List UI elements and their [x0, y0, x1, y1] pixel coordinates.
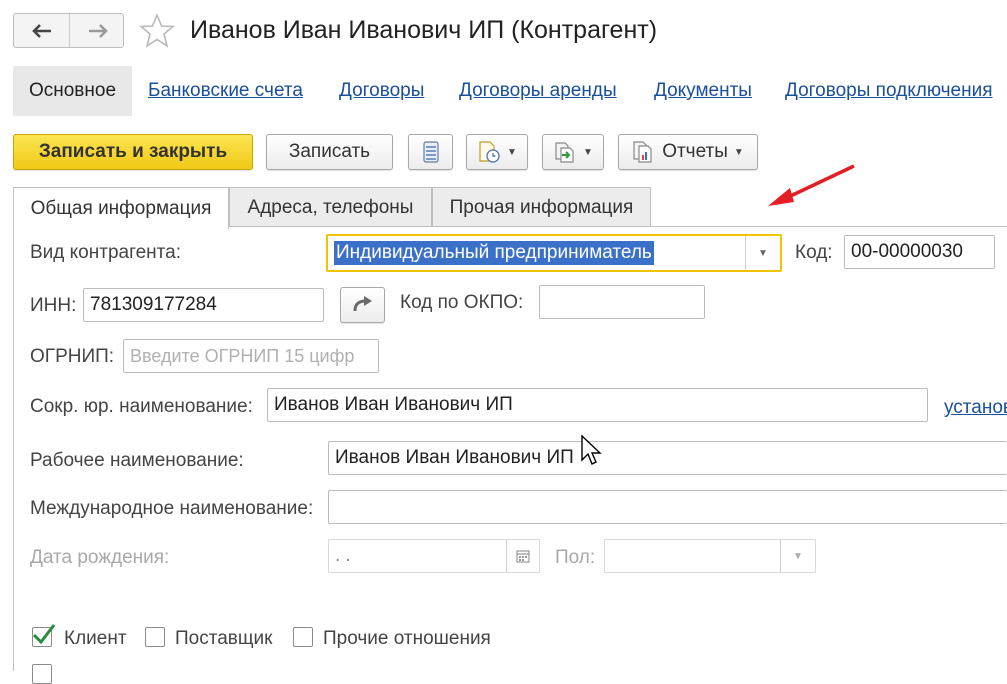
tab-general-info[interactable]: Общая информация: [13, 187, 229, 229]
annotation-arrow-icon: [768, 164, 855, 206]
supplier-label: Поставщик: [175, 628, 273, 649]
checkmark-icon: [32, 624, 56, 645]
short-name-field[interactable]: Иванов Иван Иванович ИП: [267, 388, 928, 422]
forward-button[interactable]: [69, 14, 123, 47]
kind-select[interactable]: Индивидуальный предприниматель ▼: [326, 234, 782, 272]
print-forms-button[interactable]: ▼: [542, 134, 604, 170]
document-clock-icon: [479, 141, 500, 163]
fill-by-inn-button[interactable]: [340, 287, 385, 323]
kind-label: Вид контрагента:: [30, 242, 181, 263]
other-relations-label: Прочие отношения: [323, 628, 491, 649]
tab-addresses-phones[interactable]: Адреса, телефоны: [229, 187, 432, 227]
arrow-right-icon: [88, 23, 108, 38]
work-name-field[interactable]: Иванов Иван Иванович ИП: [328, 441, 1007, 475]
list-button[interactable]: [408, 134, 453, 170]
code-field[interactable]: 00-00000030: [844, 235, 995, 269]
birth-date-label: Дата рождения:: [30, 547, 170, 568]
okpo-field[interactable]: [539, 285, 705, 319]
next-checkbox[interactable]: [32, 664, 52, 684]
client-label: Клиент: [64, 628, 127, 649]
chevron-down-icon[interactable]: ▼: [745, 236, 780, 270]
reports-label: Отчеты: [662, 141, 728, 162]
save-button[interactable]: Записать: [266, 134, 393, 170]
inn-field[interactable]: 781309177284: [83, 288, 324, 322]
reports-button[interactable]: Отчеты ▼: [618, 134, 758, 170]
chevron-down-icon[interactable]: ▼: [780, 540, 815, 572]
calendar-icon[interactable]: [506, 540, 539, 572]
documents-arrow-icon: [555, 142, 574, 163]
short-name-label: Сокр. юр. наименование:: [30, 396, 253, 417]
mouse-cursor-icon: [581, 434, 602, 465]
arrow-left-icon: [31, 23, 51, 38]
gender-label: Пол:: [555, 547, 596, 568]
panel-border: [13, 226, 14, 671]
client-checkbox[interactable]: [32, 624, 56, 647]
ogrnip-field[interactable]: Введите ОГРНИП 15 цифр: [123, 339, 379, 373]
section-contracts[interactable]: Договоры: [339, 80, 424, 102]
set-link[interactable]: установ: [944, 397, 1007, 419]
section-bank-accounts[interactable]: Банковские счета: [148, 80, 303, 102]
inn-label: ИНН:: [30, 295, 77, 316]
birth-date-field[interactable]: . .: [328, 539, 540, 573]
tab-other-info[interactable]: Прочая информация: [432, 187, 651, 227]
intl-name-field[interactable]: [328, 490, 1007, 524]
intl-name-label: Международное наименование:: [30, 498, 314, 519]
chevron-down-icon: ▼: [507, 146, 517, 158]
chevron-down-icon: ▼: [733, 146, 744, 158]
supplier-checkbox[interactable]: [145, 627, 165, 647]
section-connection-contracts[interactable]: Договоры подключения: [785, 80, 993, 102]
nav-buttons: [13, 13, 124, 48]
save-and-close-button[interactable]: Записать и закрыть: [13, 134, 253, 170]
section-documents[interactable]: Документы: [654, 80, 752, 102]
ogrnip-label: ОГРНИП:: [30, 346, 115, 367]
back-button[interactable]: [14, 14, 69, 47]
birth-date-value: . .: [335, 545, 351, 566]
list-icon: [422, 141, 439, 163]
refresh-arrow-icon: [353, 296, 372, 312]
report-icon: [633, 141, 652, 163]
other-relations-checkbox[interactable]: [293, 627, 313, 647]
section-main[interactable]: Основное: [13, 66, 132, 116]
create-based-on-button[interactable]: ▼: [466, 134, 528, 170]
window-title: Иванов Иван Иванович ИП (Контрагент): [190, 16, 658, 44]
chevron-down-icon: ▼: [583, 146, 593, 158]
work-name-label: Рабочее наименование:: [30, 450, 244, 471]
kind-value: Индивидуальный предприниматель: [334, 241, 654, 265]
code-label: Код:: [795, 242, 833, 263]
gender-select[interactable]: ▼: [604, 539, 816, 573]
section-lease-contracts[interactable]: Договоры аренды: [459, 80, 617, 102]
okpo-label: Код по ОКПО:: [400, 292, 524, 313]
favorite-star-icon[interactable]: [139, 13, 175, 49]
